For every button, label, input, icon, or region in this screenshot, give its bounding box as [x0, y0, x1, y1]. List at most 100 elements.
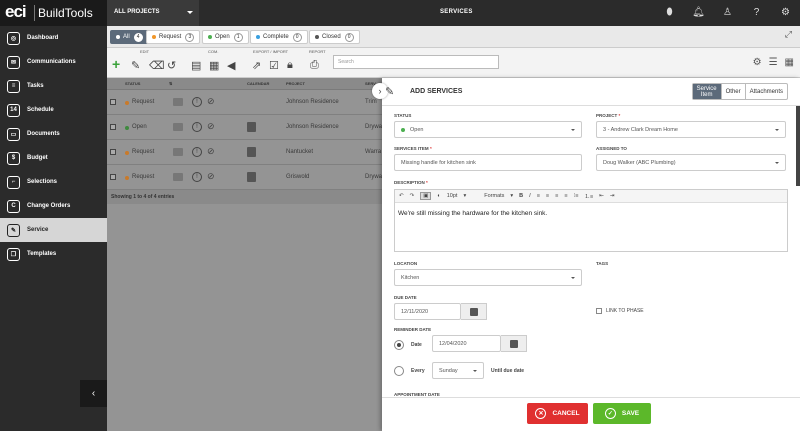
sidebar-item-schedule[interactable]: 14 Schedule [0, 98, 107, 122]
tab-closed[interactable]: Closed 0 [309, 30, 360, 44]
grid-view-icon[interactable]: ▦ [785, 57, 794, 68]
paste-text-icon[interactable]: ◐ [437, 193, 440, 199]
italic-icon[interactable]: I [529, 193, 531, 199]
due-date-calendar-button[interactable] [461, 303, 487, 320]
lock-icon[interactable]: 🔒︎ [287, 59, 293, 72]
sidebar-item-service[interactable]: ✎ Service [0, 218, 107, 242]
align-right-icon[interactable]: ≡ [555, 193, 558, 199]
sidebar-item-documents[interactable]: ▭ Documents [0, 122, 107, 146]
export-icon[interactable]: ⇗ [252, 59, 261, 72]
pencil-icon[interactable]: ✎ [131, 59, 140, 72]
description-editor[interactable]: ↶ ↷ ▣ ◐ 10pt ▾ Formats ▾ B I ≡ ≡ ≡ ≡ ⁝≡ … [394, 189, 788, 252]
alert-icon[interactable]: ! [192, 172, 202, 182]
sidebar-item-change-orders[interactable]: C Change Orders [0, 194, 107, 218]
undo-icon[interactable]: ↺ [167, 59, 176, 72]
print-icon[interactable]: ⎙ [310, 59, 319, 72]
sidebar-item-templates[interactable]: ❐ Templates [0, 242, 107, 266]
tags-input[interactable] [596, 269, 786, 286]
message-icon[interactable] [173, 148, 183, 156]
logo[interactable]: eci BuildTools [0, 0, 107, 26]
sidebar-item-communications[interactable]: ✉ Communications [0, 50, 107, 74]
outdent-icon[interactable]: ⇤ [599, 193, 604, 199]
undo-icon[interactable]: ↶ [399, 193, 404, 199]
sidebar-item-selections[interactable]: ⌐ Selections [0, 170, 107, 194]
reminder-date-radio[interactable] [394, 340, 404, 350]
sidebar-item-dashboard[interactable]: ◎ Dashboard [0, 26, 107, 50]
align-left-icon[interactable]: ≡ [537, 193, 540, 199]
row-checkbox[interactable] [110, 174, 116, 180]
font-size-select[interactable]: 10pt [447, 193, 458, 199]
project-selector[interactable]: ALL PROJECTS [107, 0, 199, 26]
numbered-list-icon[interactable]: ⒈≡ [585, 192, 594, 200]
flashlight-icon[interactable]: ⬮ [655, 0, 684, 26]
list-view-icon[interactable]: ☰ [769, 57, 778, 68]
row-checkbox[interactable] [110, 124, 116, 130]
align-center-icon[interactable]: ≡ [546, 193, 549, 199]
alert-icon[interactable]: ! [192, 97, 202, 107]
justify-icon[interactable]: ≡ [564, 193, 567, 199]
calendar-icon[interactable]: ▦ [209, 59, 219, 72]
service-item-input[interactable]: Missing handle for kitchen sink [394, 154, 582, 171]
table-row[interactable]: Request ! ⊘ Griswold Drywa [107, 165, 382, 190]
attachment-icon[interactable]: ⊘ [207, 96, 215, 107]
paste-icon[interactable]: ▣ [420, 192, 432, 200]
link-to-phase-checkbox[interactable] [596, 308, 602, 314]
attachment-icon[interactable]: ⊘ [207, 171, 215, 182]
tab-request[interactable]: Request 3 [146, 30, 201, 44]
due-date-input[interactable]: 12/11/2020 [394, 303, 461, 320]
settings-icon[interactable]: ⚙ [753, 57, 762, 68]
tab-other[interactable]: Other [720, 84, 745, 99]
description-text[interactable]: We're still missing the hardware for the… [395, 203, 787, 224]
calendar-icon[interactable] [247, 147, 256, 157]
header-project[interactable]: PROJECT [286, 81, 305, 86]
calendar-icon[interactable] [247, 122, 256, 132]
gear-icon[interactable]: ⚙ [771, 0, 800, 26]
help-icon[interactable]: ? [742, 0, 771, 26]
reminder-calendar-button[interactable] [501, 335, 527, 352]
message-icon[interactable] [173, 98, 183, 106]
table-row[interactable]: Request ! ⊘ Johnson Residence Trim [107, 90, 382, 115]
location-select[interactable]: Kitchen [394, 269, 582, 286]
tab-service-item[interactable]: Service Item [692, 84, 721, 99]
formats-select[interactable]: Formats [484, 193, 504, 199]
sidebar-item-tasks[interactable]: ≡ Tasks [0, 74, 107, 98]
message-icon[interactable]: ▤ [191, 59, 201, 72]
bell-icon[interactable]: 🔔︎ [684, 0, 713, 26]
bold-icon[interactable]: B [519, 193, 523, 199]
reminder-date-input[interactable]: 12/04/2020 [432, 335, 501, 352]
calendar-icon[interactable] [247, 172, 256, 182]
header-calendar[interactable]: CALENDAR [247, 81, 269, 86]
alert-icon[interactable]: ! [192, 122, 202, 132]
table-row[interactable]: Request ! ⊘ Nantucket Warra [107, 140, 382, 165]
tab-open[interactable]: Open 1 [202, 30, 249, 44]
collapse-sidebar-button[interactable]: ‹ [80, 380, 107, 407]
bullet-list-icon[interactable]: ⁝≡ [574, 193, 579, 199]
reminder-day-select[interactable]: Sunday [432, 362, 484, 379]
reminder-every-radio[interactable] [394, 366, 404, 376]
header-status[interactable]: STATUS [125, 81, 140, 86]
add-icon[interactable]: + [112, 56, 120, 72]
tab-complete[interactable]: Complete 0 [250, 30, 308, 44]
sidebar-item-budget[interactable]: $ Budget [0, 146, 107, 170]
tab-all[interactable]: All 4 [110, 30, 149, 44]
delete-icon[interactable]: ⌫ [149, 59, 165, 72]
import-icon[interactable]: ☑ [269, 59, 279, 72]
cancel-button[interactable]: ✕ CANCEL [527, 403, 588, 424]
megaphone-icon[interactable]: ◀ [227, 59, 235, 72]
scrollbar[interactable] [796, 106, 800, 186]
message-icon[interactable] [173, 173, 183, 181]
status-select[interactable]: Open [394, 121, 582, 138]
table-row[interactable]: Open ! ⊘ Johnson Residence Drywa [107, 115, 382, 140]
alert-icon[interactable]: ! [192, 147, 202, 157]
attachment-icon[interactable]: ⊘ [207, 121, 215, 132]
message-icon[interactable] [173, 123, 183, 131]
user-icon[interactable]: ♙ [713, 0, 742, 26]
indent-icon[interactable]: ⇥ [610, 193, 615, 199]
row-checkbox[interactable] [110, 149, 116, 155]
expand-icon[interactable]: ⤢ [785, 29, 792, 40]
search-input[interactable]: Search [333, 55, 499, 69]
project-select[interactable]: 3 - Andrew Clark Dream Home [596, 121, 786, 138]
attachment-icon[interactable]: ⊘ [207, 146, 215, 157]
assigned-to-select[interactable]: Doug Walker (ABC Plumbing) [596, 154, 786, 171]
row-checkbox[interactable] [110, 99, 116, 105]
